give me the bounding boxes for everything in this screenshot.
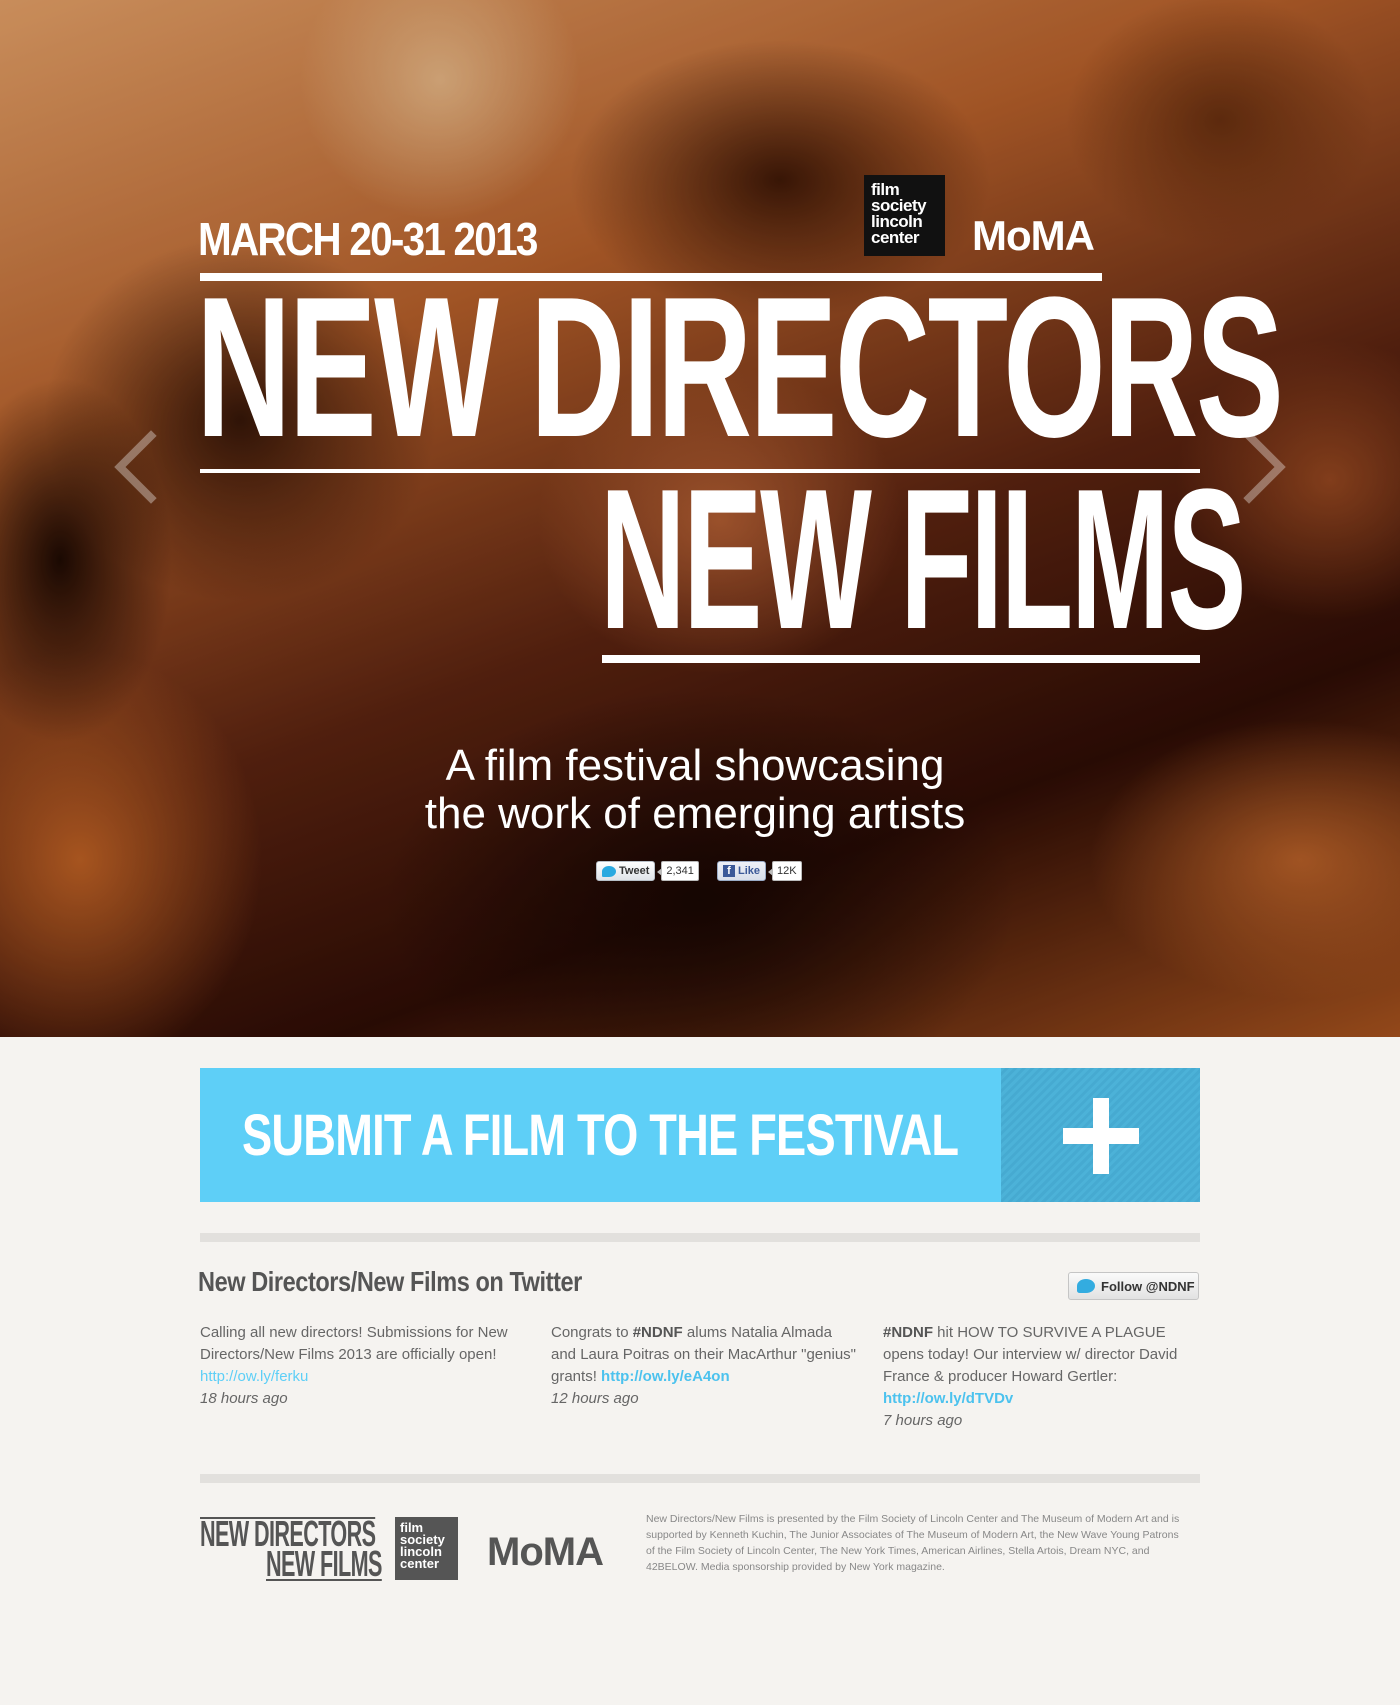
moma-logo[interactable]: MoMA	[487, 1530, 604, 1575]
moma-logo[interactable]: MoMA	[972, 212, 1095, 260]
twitter-section-heading: New Directors/New Films on Twitter	[198, 1266, 582, 1297]
twitter-bird-icon	[1077, 1279, 1095, 1293]
hashtag[interactable]: #NDNF	[633, 1324, 683, 1341]
section-divider	[200, 1233, 1200, 1242]
tweet-timestamp: 7 hours ago	[883, 1412, 963, 1429]
logo-word: center	[400, 1556, 440, 1571]
sponsor-credits: New Directors/New Films is presented by …	[646, 1513, 1180, 1573]
like-widget: f Like 12K	[717, 861, 802, 881]
like-count: 12K	[768, 861, 802, 881]
ndnf-logo[interactable]: NEW DIRECTORS NEW FILMS	[200, 1516, 382, 1582]
tweet-label: Tweet	[619, 865, 650, 877]
title-new-directors: NEW DIRECTORS	[196, 256, 1284, 479]
tweet-item: Congrats to #NDNF alums Natalia Almada a…	[551, 1322, 861, 1410]
tweet-button[interactable]: Tweet	[596, 861, 656, 881]
title-rule-bottom	[602, 655, 1200, 663]
submit-film-text: SUBMIT A FILM TO THE FESTIVAL	[242, 1102, 959, 1168]
tweet-widget: Tweet 2,341	[596, 861, 699, 881]
submit-film-button[interactable]: SUBMIT A FILM TO THE FESTIVAL	[200, 1068, 1200, 1202]
tweet-link[interactable]: http://ow.ly/ferku	[200, 1368, 308, 1385]
tweet-item: #NDNF hit HOW TO SURVIVE A PLAGUE opens …	[883, 1322, 1193, 1432]
section-divider	[200, 1474, 1200, 1483]
film-society-lincoln-center-logo[interactable]: film society lincoln center	[395, 1517, 458, 1580]
tweet-timestamp: 18 hours ago	[200, 1390, 288, 1407]
twitter-bird-icon	[602, 865, 616, 877]
tagline-line-1: A film festival showcasing	[445, 741, 945, 790]
tweet-count: 2,341	[657, 861, 699, 881]
hashtag[interactable]: #NDNF	[883, 1324, 933, 1341]
submit-film-label: SUBMIT A FILM TO THE FESTIVAL	[200, 1068, 1001, 1202]
tweet-timestamp: 12 hours ago	[551, 1390, 639, 1407]
film-society-lincoln-center-logo[interactable]: film society lincoln center	[864, 175, 945, 256]
tweet-text-prefix: Congrats to	[551, 1324, 633, 1341]
tweet-link[interactable]: http://ow.ly/dTVDv	[883, 1390, 1013, 1407]
follow-button[interactable]: Follow @NDNF	[1068, 1272, 1199, 1300]
hero-banner: MARCH 20-31 2013 film society lincoln ce…	[0, 0, 1400, 1037]
tagline-line-2: the work of emerging artists	[424, 789, 966, 838]
facebook-icon: f	[723, 865, 735, 877]
like-label: Like	[738, 865, 761, 877]
tweet-item: Calling all new directors! Submissions f…	[200, 1322, 520, 1410]
plus-icon[interactable]	[1001, 1068, 1200, 1202]
ndnf-logo-line-2: NEW FILMS	[266, 1543, 382, 1584]
follow-label: Follow @NDNF	[1101, 1278, 1195, 1294]
title-new-films: NEW FILMS	[600, 448, 1246, 671]
tweet-link[interactable]: http://ow.ly/eA4on	[601, 1368, 730, 1385]
like-button[interactable]: f Like	[717, 861, 767, 881]
logo-word: center	[871, 228, 920, 247]
tweet-text: Calling all new directors! Submissions f…	[200, 1324, 508, 1363]
